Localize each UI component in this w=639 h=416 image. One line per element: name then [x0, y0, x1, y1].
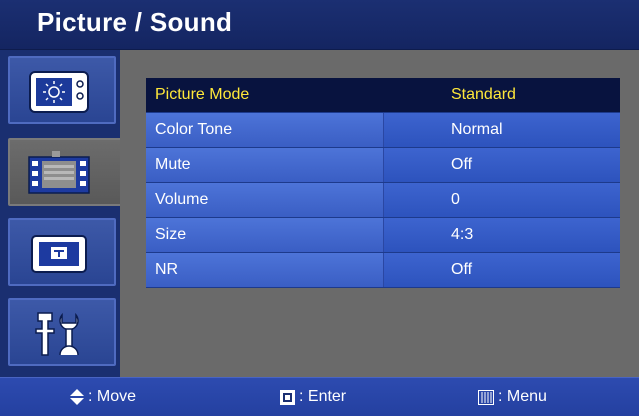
tab-picture-sound[interactable]	[8, 138, 128, 206]
tab-screen[interactable]	[8, 218, 116, 286]
film-sound-icon	[26, 151, 92, 197]
up-down-arrows-icon	[70, 389, 84, 405]
menu-item-label: NR	[146, 253, 384, 287]
status-bar: : Move : Enter : Menu	[0, 377, 639, 416]
tab-tools[interactable]	[8, 298, 116, 366]
menu-item-label: Picture Mode	[146, 78, 384, 112]
picture-brightness-icon	[26, 69, 92, 115]
settings-menu: Picture Mode Standard Color Tone Normal …	[146, 78, 620, 288]
menu-item-value: 0	[384, 183, 620, 217]
title-bar: Picture / Sound	[0, 0, 639, 50]
tab-picture[interactable]	[8, 56, 116, 124]
menu-item-label: Size	[146, 218, 384, 252]
hint-move: : Move	[70, 388, 136, 406]
content-area: Picture Mode Standard Color Tone Normal …	[120, 50, 639, 377]
menu-item-picture-mode[interactable]: Picture Mode Standard	[146, 78, 620, 113]
menu-item-value: Off	[384, 148, 620, 182]
menu-item-value: Standard	[384, 78, 620, 112]
sidebar	[0, 50, 128, 377]
hint-enter-label: : Enter	[299, 388, 347, 405]
menu-item-value: Normal	[384, 113, 620, 147]
screen-size-icon	[26, 231, 92, 277]
hint-menu-label: : Menu	[498, 388, 547, 405]
hint-enter: : Enter	[280, 388, 346, 406]
menu-item-value: Off	[384, 253, 620, 287]
menu-item-volume[interactable]: Volume 0	[146, 183, 620, 218]
hint-menu: : Menu	[478, 388, 547, 406]
tools-icon	[26, 311, 92, 357]
menu-item-nr[interactable]: NR Off	[146, 253, 620, 288]
menu-item-mute[interactable]: Mute Off	[146, 148, 620, 183]
page-title: Picture / Sound	[37, 7, 233, 37]
menu-item-size[interactable]: Size 4:3	[146, 218, 620, 253]
menu-item-color-tone[interactable]: Color Tone Normal	[146, 113, 620, 148]
menu-item-value: 4:3	[384, 218, 620, 252]
enter-square-icon	[280, 389, 295, 405]
hint-move-label: : Move	[88, 388, 137, 405]
menu-bars-icon	[478, 389, 494, 405]
menu-item-label: Mute	[146, 148, 384, 182]
menu-item-label: Color Tone	[146, 113, 384, 147]
menu-item-label: Volume	[146, 183, 384, 217]
